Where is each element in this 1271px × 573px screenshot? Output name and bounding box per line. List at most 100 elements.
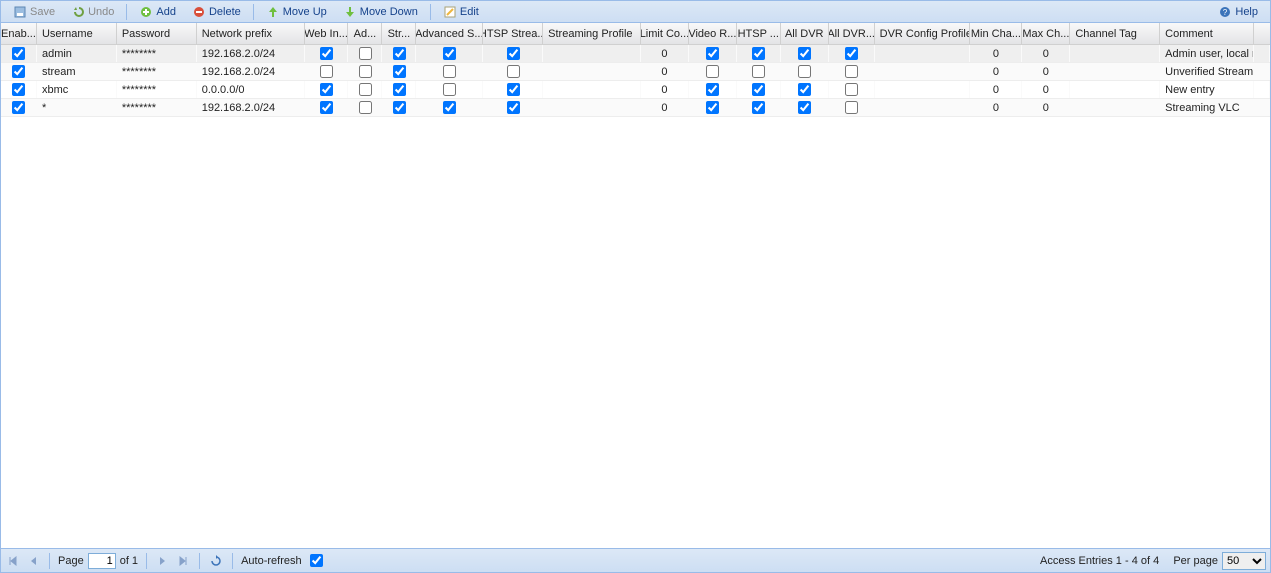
- col-limit-connections[interactable]: Limit Co...: [641, 23, 689, 44]
- cell-htsp: [483, 81, 543, 98]
- col-username[interactable]: Username: [37, 23, 117, 44]
- htsp-checkbox[interactable]: [507, 83, 520, 96]
- col-dvr-config-profile[interactable]: DVR Config Profile: [875, 23, 971, 44]
- col-all-dvr-2[interactable]: All DVR...: [829, 23, 875, 44]
- col-adv-streaming[interactable]: Advanced S...: [416, 23, 483, 44]
- web-checkbox[interactable]: [320, 65, 333, 78]
- cell-enabled: [1, 99, 37, 116]
- auto-refresh-checkbox[interactable]: [310, 554, 323, 567]
- col-network-prefix[interactable]: Network prefix: [197, 23, 305, 44]
- next-page-button[interactable]: [155, 553, 171, 569]
- stream-checkbox[interactable]: [393, 101, 406, 114]
- cell-vrec: [689, 81, 737, 98]
- alldvr-checkbox[interactable]: [798, 101, 811, 114]
- col-admin[interactable]: Ad...: [348, 23, 382, 44]
- htsp2-checkbox[interactable]: [752, 101, 765, 114]
- move-up-button[interactable]: Move Up: [260, 3, 333, 21]
- vrec-checkbox[interactable]: [706, 83, 719, 96]
- add-button[interactable]: Add: [133, 3, 182, 21]
- cell-username: *: [37, 99, 117, 116]
- arrow-up-icon: [266, 5, 280, 19]
- cell-admin: [348, 81, 382, 98]
- htsp-checkbox[interactable]: [507, 65, 520, 78]
- htsp2-checkbox[interactable]: [752, 65, 765, 78]
- save-button[interactable]: Save: [7, 3, 61, 21]
- page-input[interactable]: [88, 553, 116, 569]
- htsp-checkbox[interactable]: [507, 101, 520, 114]
- alldvr-checkbox[interactable]: [798, 83, 811, 96]
- htsp2-checkbox[interactable]: [752, 83, 765, 96]
- table-row[interactable]: admin********192.168.2.0/24000Admin user…: [1, 45, 1270, 63]
- per-page-select[interactable]: 50: [1222, 552, 1266, 570]
- cell-htsp: [483, 63, 543, 80]
- alldvr-checkbox[interactable]: [798, 47, 811, 60]
- enabled-checkbox[interactable]: [12, 101, 25, 114]
- stream-checkbox[interactable]: [393, 65, 406, 78]
- separator: [253, 4, 254, 20]
- undo-button[interactable]: Undo: [65, 3, 120, 21]
- save-label: Save: [30, 6, 55, 18]
- enabled-checkbox[interactable]: [12, 47, 25, 60]
- vrec-checkbox[interactable]: [706, 101, 719, 114]
- separator: [199, 553, 200, 569]
- advstream-checkbox[interactable]: [443, 83, 456, 96]
- col-comment[interactable]: Comment: [1160, 23, 1254, 44]
- first-page-button[interactable]: [5, 553, 21, 569]
- enabled-checkbox[interactable]: [12, 83, 25, 96]
- cell-alldvr: [781, 63, 829, 80]
- advstream-checkbox[interactable]: [443, 47, 456, 60]
- help-button[interactable]: ? Help: [1212, 3, 1264, 21]
- cell-tag: [1070, 99, 1160, 116]
- col-password[interactable]: Password: [117, 23, 197, 44]
- advstream-checkbox[interactable]: [443, 65, 456, 78]
- cell-web: [305, 45, 349, 62]
- col-video-recorder[interactable]: Video R...: [689, 23, 737, 44]
- web-checkbox[interactable]: [320, 47, 333, 60]
- alldvr2-checkbox[interactable]: [845, 65, 858, 78]
- stream-checkbox[interactable]: [393, 83, 406, 96]
- admin-checkbox[interactable]: [359, 47, 372, 60]
- help-icon: ?: [1218, 5, 1232, 19]
- cell-comment: Unverified Streaming...: [1160, 63, 1254, 80]
- vrec-checkbox[interactable]: [706, 47, 719, 60]
- web-checkbox[interactable]: [320, 83, 333, 96]
- col-channel-tag[interactable]: Channel Tag: [1070, 23, 1160, 44]
- col-web-interface[interactable]: Web In...: [305, 23, 349, 44]
- cell-max: 0: [1022, 63, 1070, 80]
- cell-tag: [1070, 81, 1160, 98]
- col-htsp-streaming[interactable]: HTSP Strea...: [483, 23, 543, 44]
- admin-checkbox[interactable]: [359, 65, 372, 78]
- table-row[interactable]: stream********192.168.2.0/24000Unverifie…: [1, 63, 1270, 81]
- move-down-button[interactable]: Move Down: [337, 3, 424, 21]
- alldvr2-checkbox[interactable]: [845, 101, 858, 114]
- enabled-checkbox[interactable]: [12, 65, 25, 78]
- prev-page-button[interactable]: [25, 553, 41, 569]
- htsp-checkbox[interactable]: [507, 47, 520, 60]
- table-row[interactable]: *********192.168.2.0/24000Streaming VLC: [1, 99, 1270, 117]
- stream-checkbox[interactable]: [393, 47, 406, 60]
- col-htsp[interactable]: HTSP ...: [737, 23, 781, 44]
- col-min-channel[interactable]: Min Cha...: [970, 23, 1022, 44]
- admin-checkbox[interactable]: [359, 83, 372, 96]
- last-page-button[interactable]: [175, 553, 191, 569]
- col-streaming-profile[interactable]: Streaming Profile: [543, 23, 641, 44]
- col-streaming[interactable]: Str...: [382, 23, 416, 44]
- alldvr-checkbox[interactable]: [798, 65, 811, 78]
- table-row[interactable]: xbmc********0.0.0.0/0000New entry: [1, 81, 1270, 99]
- delete-button[interactable]: Delete: [186, 3, 247, 21]
- col-all-dvr[interactable]: All DVR: [781, 23, 829, 44]
- advstream-checkbox[interactable]: [443, 101, 456, 114]
- htsp2-checkbox[interactable]: [752, 47, 765, 60]
- col-enabled[interactable]: Enab...: [1, 23, 37, 44]
- admin-checkbox[interactable]: [359, 101, 372, 114]
- col-max-channel[interactable]: Max Ch...: [1022, 23, 1070, 44]
- refresh-button[interactable]: [208, 553, 224, 569]
- arrow-down-icon: [343, 5, 357, 19]
- edit-button[interactable]: Edit: [437, 3, 485, 21]
- alldvr2-checkbox[interactable]: [845, 47, 858, 60]
- vrec-checkbox[interactable]: [706, 65, 719, 78]
- web-checkbox[interactable]: [320, 101, 333, 114]
- cell-htsp2: [737, 63, 781, 80]
- alldvr2-checkbox[interactable]: [845, 83, 858, 96]
- edit-label: Edit: [460, 6, 479, 18]
